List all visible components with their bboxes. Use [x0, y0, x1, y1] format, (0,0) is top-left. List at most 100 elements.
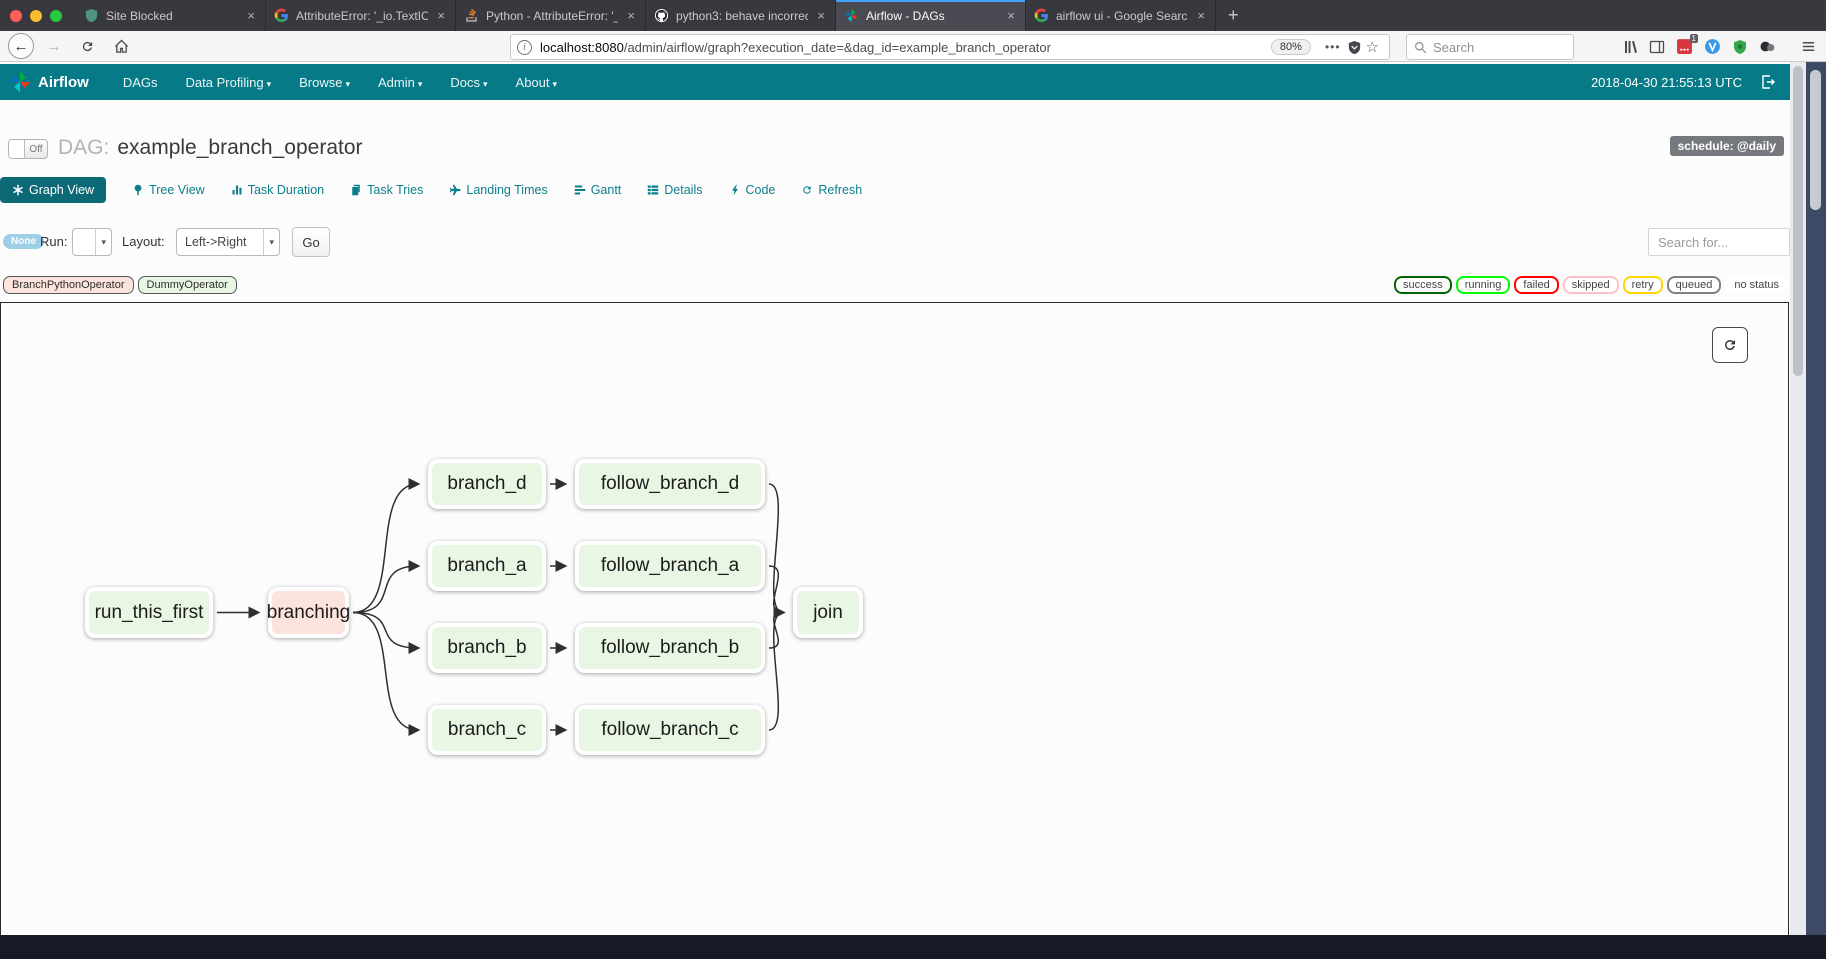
- toggle-knob: [9, 140, 25, 158]
- tab-task-tries[interactable]: Task Tries: [350, 183, 423, 197]
- zoom-window-button[interactable]: [50, 10, 62, 22]
- dag-pause-toggle[interactable]: Off: [8, 139, 48, 159]
- dag-node-follow_branch_b[interactable]: follow_branch_b: [575, 623, 765, 673]
- nav-item-admin[interactable]: Admin▾: [364, 75, 436, 90]
- page-actions-icon[interactable]: •••: [1325, 40, 1341, 54]
- close-icon[interactable]: ×: [245, 8, 257, 23]
- dag-node-join[interactable]: join: [793, 587, 863, 638]
- menu-icon[interactable]: [1801, 39, 1816, 54]
- new-tab-button[interactable]: +: [1216, 0, 1251, 31]
- caret-down-icon: ▾: [418, 79, 423, 89]
- tab-airflow-dags[interactable]: Airflow - DAGs ×: [836, 0, 1026, 31]
- dag-node-follow_branch_c[interactable]: follow_branch_c: [575, 705, 765, 755]
- dag-node-branch_a[interactable]: branch_a: [428, 541, 546, 591]
- dag-node-run_this_first[interactable]: run_this_first: [85, 587, 213, 638]
- graph-refresh-button[interactable]: [1712, 327, 1748, 363]
- adblock-extension-icon[interactable]: 1: [1676, 38, 1693, 55]
- tab-details[interactable]: Details: [647, 183, 702, 197]
- status-legend-no-status: no status: [1725, 276, 1788, 294]
- google-icon: [1034, 8, 1049, 23]
- nav-item-docs[interactable]: Docs▾: [436, 75, 501, 90]
- close-icon[interactable]: ×: [1005, 8, 1017, 23]
- nav-item-about[interactable]: About▾: [502, 75, 572, 90]
- close-icon[interactable]: ×: [1195, 8, 1207, 23]
- nav-item-browse[interactable]: Browse▾: [285, 75, 364, 90]
- close-icon[interactable]: ×: [435, 8, 447, 23]
- reload-icon[interactable]: [74, 39, 100, 54]
- dag-node-branch_d[interactable]: branch_d: [428, 459, 546, 509]
- go-button[interactable]: Go: [292, 227, 330, 257]
- dag-node-follow_branch_a[interactable]: follow_branch_a: [575, 541, 765, 591]
- dag-node-branching[interactable]: branching: [268, 587, 349, 638]
- status-legend-success: success: [1394, 276, 1452, 294]
- stackoverflow-icon: [464, 8, 479, 23]
- browser-search-field[interactable]: Search: [1406, 34, 1574, 60]
- close-window-button[interactable]: [10, 10, 22, 22]
- screen: Site Blocked × AttributeError: '_io.Text…: [0, 0, 1826, 959]
- info-icon[interactable]: i: [517, 40, 532, 55]
- layout-select[interactable]: Left->Right ▾: [176, 228, 280, 256]
- nav-item-dags[interactable]: DAGs: [109, 75, 172, 90]
- tree-view-icon: [132, 184, 144, 196]
- sidebar-icon[interactable]: [1649, 39, 1665, 55]
- tab-site-blocked[interactable]: Site Blocked ×: [76, 0, 266, 31]
- tab-gantt[interactable]: Gantt: [574, 183, 622, 197]
- dag-graph-canvas[interactable]: run_this_first branching branch_d branch_ab…: [0, 302, 1789, 942]
- airflow-navbar: Airflow DAGsData Profiling▾Browse▾Admin▾…: [0, 64, 1790, 100]
- status-legend-running: running: [1456, 276, 1511, 294]
- tab-python-attributeerror[interactable]: Python - AttributeError: '_io.Tex ×: [456, 0, 646, 31]
- tab-title: Python - AttributeError: '_io.Tex: [486, 9, 618, 23]
- logout-icon[interactable]: [1760, 74, 1776, 90]
- tab-code[interactable]: Code: [729, 183, 776, 197]
- zoom-level-badge[interactable]: 80%: [1271, 39, 1311, 55]
- run-select[interactable]: ▾: [72, 228, 112, 256]
- scrollbar-thumb[interactable]: [1793, 66, 1803, 376]
- shield-icon: [84, 8, 99, 23]
- operator-legend: BranchPythonOperatorDummyOperator: [3, 276, 237, 294]
- status-legend: successrunningfailedskippedretryqueuedno…: [1394, 276, 1788, 294]
- tab-tree-view[interactable]: Tree View: [132, 183, 205, 197]
- refresh-icon: [801, 184, 813, 196]
- tab-attributeerror[interactable]: AttributeError: '_io.TextIOWrapp ×: [266, 0, 456, 31]
- bar-chart-icon: [231, 184, 243, 196]
- pocket-shield-icon[interactable]: [1347, 40, 1362, 55]
- library-icon[interactable]: [1622, 39, 1638, 55]
- desktop-bottom-strip: [0, 935, 1826, 959]
- airflow-logo-icon: [8, 70, 32, 94]
- minimize-window-button[interactable]: [30, 10, 42, 22]
- view-tab-label: Gantt: [591, 183, 622, 197]
- tab-airflow-ui-search[interactable]: airflow ui - Google Search ×: [1026, 0, 1216, 31]
- tab-title: python3: behave incorrectly mo: [676, 9, 808, 23]
- task-search-input[interactable]: Search for...: [1648, 228, 1790, 256]
- view-tab-label: Landing Times: [466, 183, 547, 197]
- nav-item-data-profiling[interactable]: Data Profiling▾: [172, 75, 286, 90]
- tab-graph-view[interactable]: Graph View: [0, 177, 106, 203]
- url-host: localhost:8080: [540, 40, 624, 55]
- green-shield-extension-icon[interactable]: [1732, 39, 1748, 55]
- caret-down-icon: ▾: [483, 79, 488, 89]
- status-legend-skipped: skipped: [1563, 276, 1619, 294]
- close-icon[interactable]: ×: [625, 8, 637, 23]
- view-tab-label: Code: [746, 183, 776, 197]
- url-bar[interactable]: i localhost:8080/admin/airflow/graph?exe…: [510, 34, 1390, 60]
- tab-python3-behave[interactable]: python3: behave incorrectly mo ×: [646, 0, 836, 31]
- account-extension-icon[interactable]: [1759, 38, 1776, 55]
- button-refresh[interactable]: Refresh: [801, 183, 862, 197]
- caret-down-icon: ▾: [553, 79, 558, 89]
- close-icon[interactable]: ×: [815, 8, 827, 23]
- tab-task-duration[interactable]: Task Duration: [231, 183, 324, 197]
- dag-node-branch_c[interactable]: branch_c: [428, 705, 546, 755]
- page-scrollbar[interactable]: [1790, 62, 1806, 935]
- dag-title-prefix: DAG:: [58, 136, 109, 159]
- back-icon[interactable]: ←: [8, 33, 34, 59]
- forward-icon[interactable]: →: [42, 38, 66, 55]
- airflow-brand[interactable]: Airflow: [8, 70, 89, 94]
- refresh-icon: [1722, 337, 1738, 353]
- dag-node-branch_b[interactable]: branch_b: [428, 623, 546, 673]
- bookmark-star-icon[interactable]: ☆: [1366, 38, 1379, 56]
- blue-extension-icon[interactable]: [1704, 38, 1721, 55]
- dag-node-follow_branch_d[interactable]: follow_branch_d: [575, 459, 765, 509]
- home-icon[interactable]: [108, 39, 134, 54]
- run-label: Run:: [40, 234, 67, 249]
- tab-landing-times[interactable]: Landing Times: [449, 183, 547, 197]
